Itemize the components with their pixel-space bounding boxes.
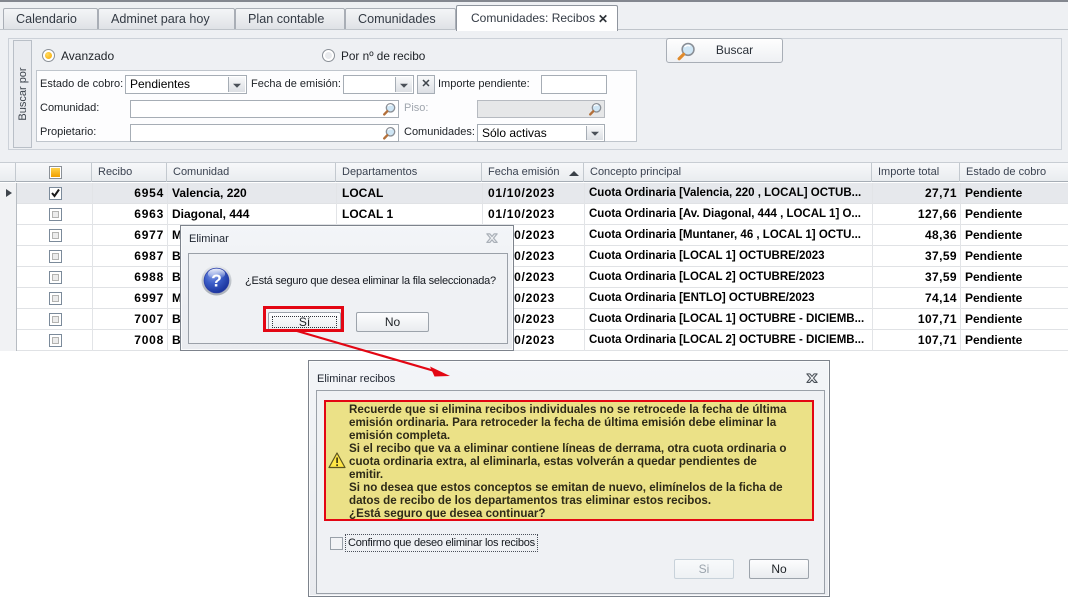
svg-text:?: ? [211,271,222,291]
